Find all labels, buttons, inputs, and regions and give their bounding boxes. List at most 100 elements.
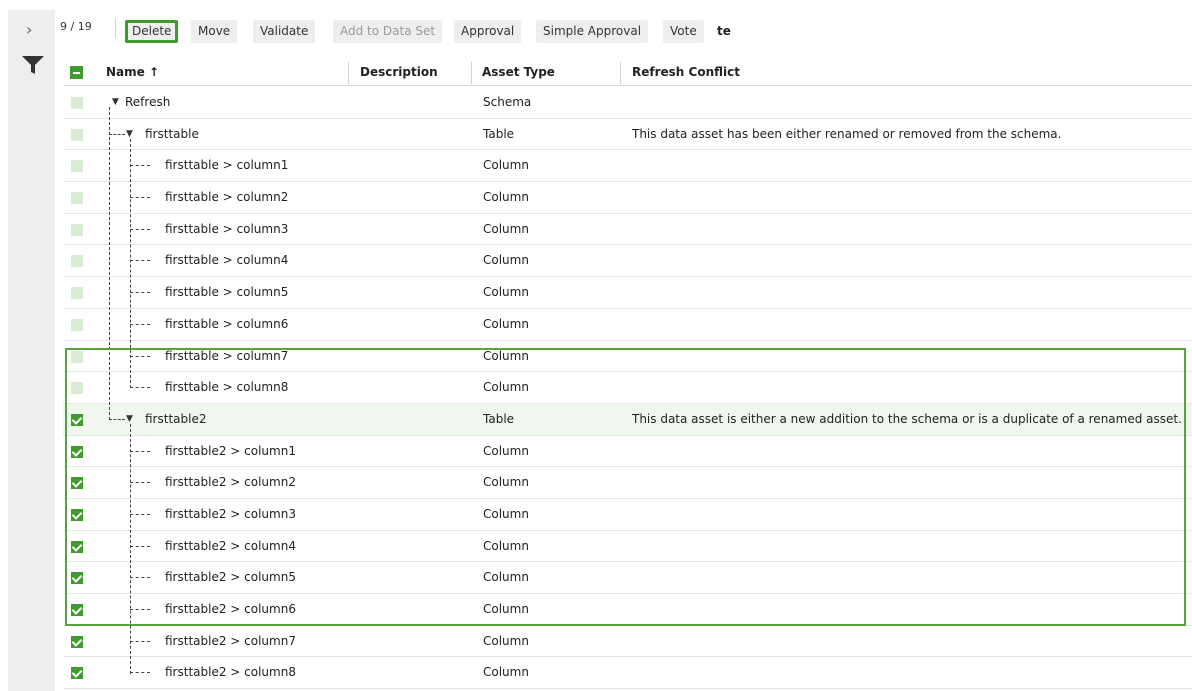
tree-connector [130,450,150,452]
table-row[interactable]: firsttable2 > column3 Column [63,499,1192,531]
table-row[interactable]: firsttable2 > column2 Column [63,467,1192,499]
row-checkbox[interactable] [71,477,83,490]
table-row[interactable]: ▼ firsttable Table This data asset has been… [63,119,1192,151]
column-divider [620,62,621,84]
row-checkbox[interactable] [71,635,83,648]
table-row[interactable]: ▼ Refresh Schema [63,87,1192,119]
asset-type: Column [483,221,529,236]
row-checkbox[interactable] [71,160,83,173]
delete-button[interactable]: Delete [125,20,179,43]
move-button[interactable]: Move [191,20,238,43]
column-header-name[interactable]: Name ↑ [106,58,159,86]
row-checkbox[interactable] [71,604,83,616]
asset-name[interactable]: firsttable2 > column5 [165,562,296,593]
asset-type: Column [483,190,529,205]
asset-name[interactable]: firsttable > column6 [165,309,288,340]
asset-type: Column [483,602,529,616]
row-checkbox[interactable] [71,413,83,426]
tree-connector [130,577,150,579]
tree-connector [130,355,150,357]
chevron-right-icon[interactable]: › [26,22,32,38]
row-checkbox[interactable] [71,223,83,236]
row-checkbox[interactable] [71,382,83,395]
tree-connector [130,640,150,642]
toolbar-divider [115,18,116,38]
table-row[interactable]: firsttable2 > column7 Column [63,626,1192,658]
column-divider [348,62,349,84]
caret-down-icon[interactable]: ▼ [112,97,119,107]
column-header-refresh-conflict[interactable]: Refresh Conflict [632,58,740,86]
row-checkbox[interactable] [71,572,83,585]
tree-connector [130,197,150,199]
validate-button[interactable]: Validate [253,20,316,43]
asset-name[interactable]: firsttable > column2 [165,182,288,213]
table-row[interactable]: firsttable2 > column4 Column [63,531,1192,563]
left-rail: › [0,0,55,691]
row-checkbox[interactable] [71,255,83,268]
table-header: Name ↑ Description Asset Type Refresh Co… [63,58,1192,86]
table-row[interactable]: firsttable2 > column1 Column [63,436,1192,468]
asset-name[interactable]: firsttable > column7 [165,341,288,372]
filter-icon[interactable] [20,54,46,76]
caret-down-icon[interactable]: ▼ [126,129,133,139]
row-checkbox[interactable] [71,350,83,363]
row-checkbox[interactable] [71,97,83,109]
asset-type: Table [483,411,515,426]
caret-down-icon[interactable]: ▼ [126,414,133,424]
asset-name[interactable]: firsttable2 > column6 [165,594,296,625]
asset-name[interactable]: firsttable > column3 [165,214,288,245]
table-row[interactable]: firsttable > column8 Column [63,372,1192,404]
asset-type: Column [483,443,529,458]
truncated-button[interactable]: te [717,20,731,43]
asset-name[interactable]: firsttable2 > column2 [165,467,296,498]
table-row[interactable]: firsttable > column2 Column [63,182,1192,214]
tree-connector [130,545,150,547]
table-row[interactable]: ▼ firsttable2 Table This data asset is eith… [63,403,1192,436]
asset-name[interactable]: Refresh [125,87,170,118]
asset-name[interactable]: firsttable2 > column7 [165,626,296,657]
row-checkbox[interactable] [71,508,83,521]
simple-approval-button[interactable]: Simple Approval [536,20,649,43]
vote-button[interactable]: Vote [663,20,704,43]
tree-guide-line [130,138,131,389]
row-checkbox[interactable] [71,128,83,141]
tree-connector [130,260,150,262]
asset-name[interactable]: firsttable2 > column3 [165,499,296,530]
asset-name[interactable]: firsttable2 > column4 [165,531,296,562]
table-row[interactable]: firsttable > column5 Column [63,277,1192,309]
add-to-data-set-button[interactable]: Add to Data Set [333,20,443,43]
asset-type: Column [483,285,529,300]
column-header-description[interactable]: Description [360,58,438,86]
approval-button[interactable]: Approval [454,20,522,43]
table-row[interactable]: firsttable > column3 Column [63,214,1192,246]
asset-type: Column [483,538,529,553]
asset-name[interactable]: firsttable > column1 [165,150,288,181]
row-checkbox[interactable] [71,445,83,458]
row-checkbox[interactable] [71,287,83,300]
table-row[interactable]: firsttable > column1 Column [63,150,1192,183]
select-all-checkbox[interactable] [70,66,83,79]
column-header-asset-type[interactable]: Asset Type [482,58,555,86]
tree-connector [130,513,150,515]
selection-count: 9 / 19 [60,20,92,33]
row-checkbox[interactable] [71,540,83,553]
asset-type: Column [483,506,529,521]
table-row[interactable]: firsttable2 > column6 Column [63,594,1192,626]
tree-connector [130,482,150,484]
table-row[interactable]: firsttable > column7 Column [63,341,1192,373]
table-row[interactable]: firsttable > column4 Column [63,245,1192,278]
asset-name[interactable]: firsttable2 > column8 [165,657,296,688]
asset-name[interactable]: firsttable > column8 [165,372,288,403]
asset-name[interactable]: firsttable > column4 [165,245,288,276]
toolbar: 9 / 19 Delete Move Validate Add to Data … [60,16,1192,48]
asset-name[interactable]: firsttable > column5 [165,277,288,308]
row-checkbox[interactable] [71,318,83,331]
table-row[interactable]: firsttable2 > column8 Column [63,657,1192,690]
asset-name[interactable]: firsttable2 > column1 [165,436,296,467]
row-checkbox[interactable] [71,192,83,205]
table-row[interactable]: firsttable2 > column5 Column [63,562,1192,594]
asset-name[interactable]: firsttable [145,119,199,150]
table-row[interactable]: firsttable > column6 Column [63,309,1192,341]
asset-name[interactable]: firsttable2 [145,404,206,435]
row-checkbox[interactable] [71,667,83,680]
